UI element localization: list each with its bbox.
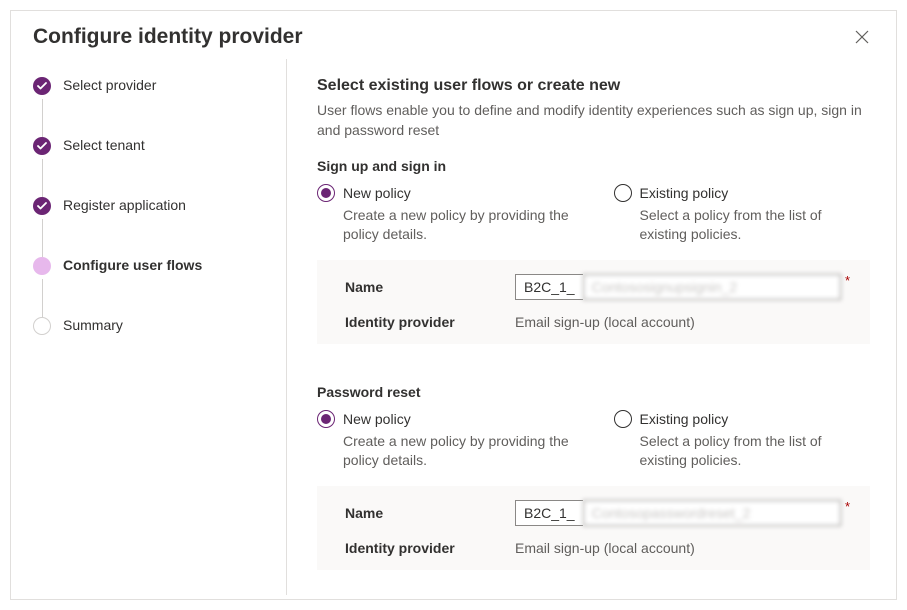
required-indicator: * bbox=[845, 273, 850, 288]
radio-existing[interactable]: Existing policy bbox=[614, 184, 871, 202]
policy-name-input[interactable] bbox=[583, 500, 841, 526]
radio-icon bbox=[317, 184, 335, 202]
close-icon bbox=[855, 30, 869, 44]
check-icon bbox=[33, 197, 51, 215]
radio-desc: Create a new policy by providing the pol… bbox=[343, 432, 574, 470]
radio-label: Existing policy bbox=[640, 411, 729, 427]
radio-new[interactable]: New policy bbox=[317, 410, 574, 428]
step-label: Select tenant bbox=[63, 137, 145, 153]
idp-label: Identity provider bbox=[345, 314, 515, 330]
main-content: Select existing user flows or create new… bbox=[287, 59, 896, 595]
policy-option-existing: Existing policy Select a policy from the … bbox=[614, 184, 871, 244]
radio-existing[interactable]: Existing policy bbox=[614, 410, 871, 428]
main-intro: User flows enable you to define and modi… bbox=[317, 101, 870, 140]
close-button[interactable] bbox=[850, 25, 874, 49]
policy-form: NameB2C_1_ * Identity providerEmail sign-u… bbox=[317, 486, 870, 570]
policy-option-new: New policy Create a new policy by providi… bbox=[317, 184, 574, 244]
check-icon bbox=[33, 137, 51, 155]
policy-form: NameB2C_1_ * Identity providerEmail sign-u… bbox=[317, 260, 870, 344]
radio-label: New policy bbox=[343, 185, 411, 201]
step-label: Select provider bbox=[63, 77, 156, 93]
required-indicator: * bbox=[845, 499, 850, 514]
policy-option-new: New policy Create a new policy by providi… bbox=[317, 410, 574, 470]
idp-value: Email sign-up (local account) bbox=[515, 540, 695, 556]
step-4[interactable]: Summary bbox=[33, 317, 266, 337]
radio-new[interactable]: New policy bbox=[317, 184, 574, 202]
step-label: Configure user flows bbox=[63, 257, 202, 273]
main-heading: Select existing user flows or create new bbox=[317, 77, 870, 95]
step-label: Register application bbox=[63, 197, 186, 213]
radio-icon bbox=[317, 410, 335, 428]
future-step-icon bbox=[33, 317, 51, 335]
steps-sidebar: Select provider Select tenant Register app… bbox=[11, 59, 287, 595]
name-label: Name bbox=[345, 505, 515, 521]
policy-name-input[interactable] bbox=[583, 274, 841, 300]
name-prefix: B2C_1_ bbox=[515, 274, 583, 300]
check-icon bbox=[33, 77, 51, 95]
idp-label: Identity provider bbox=[345, 540, 515, 556]
step-2[interactable]: Register application bbox=[33, 197, 266, 217]
section-title: Sign up and sign in bbox=[317, 158, 870, 174]
panel-header: Configure identity provider bbox=[11, 11, 896, 59]
radio-desc: Select a policy from the list of existin… bbox=[640, 206, 871, 244]
step-0[interactable]: Select provider bbox=[33, 77, 266, 97]
step-1[interactable]: Select tenant bbox=[33, 137, 266, 157]
radio-icon bbox=[614, 410, 632, 428]
policy-choice-row: New policy Create a new policy by providi… bbox=[317, 184, 870, 244]
name-prefix: B2C_1_ bbox=[515, 500, 583, 526]
radio-label: Existing policy bbox=[640, 185, 729, 201]
policy-option-existing: Existing policy Select a policy from the … bbox=[614, 410, 871, 470]
config-idp-panel: Configure identity provider Select provi… bbox=[10, 10, 897, 600]
idp-value: Email sign-up (local account) bbox=[515, 314, 695, 330]
panel-title: Configure identity provider bbox=[33, 25, 303, 49]
step-label: Summary bbox=[63, 317, 123, 333]
radio-desc: Select a policy from the list of existin… bbox=[640, 432, 871, 470]
name-label: Name bbox=[345, 279, 515, 295]
radio-desc: Create a new policy by providing the pol… bbox=[343, 206, 574, 244]
section-title: Password reset bbox=[317, 384, 870, 400]
step-3[interactable]: Configure user flows bbox=[33, 257, 266, 277]
policy-choice-row: New policy Create a new policy by providi… bbox=[317, 410, 870, 470]
radio-label: New policy bbox=[343, 411, 411, 427]
radio-icon bbox=[614, 184, 632, 202]
current-step-icon bbox=[33, 257, 51, 275]
